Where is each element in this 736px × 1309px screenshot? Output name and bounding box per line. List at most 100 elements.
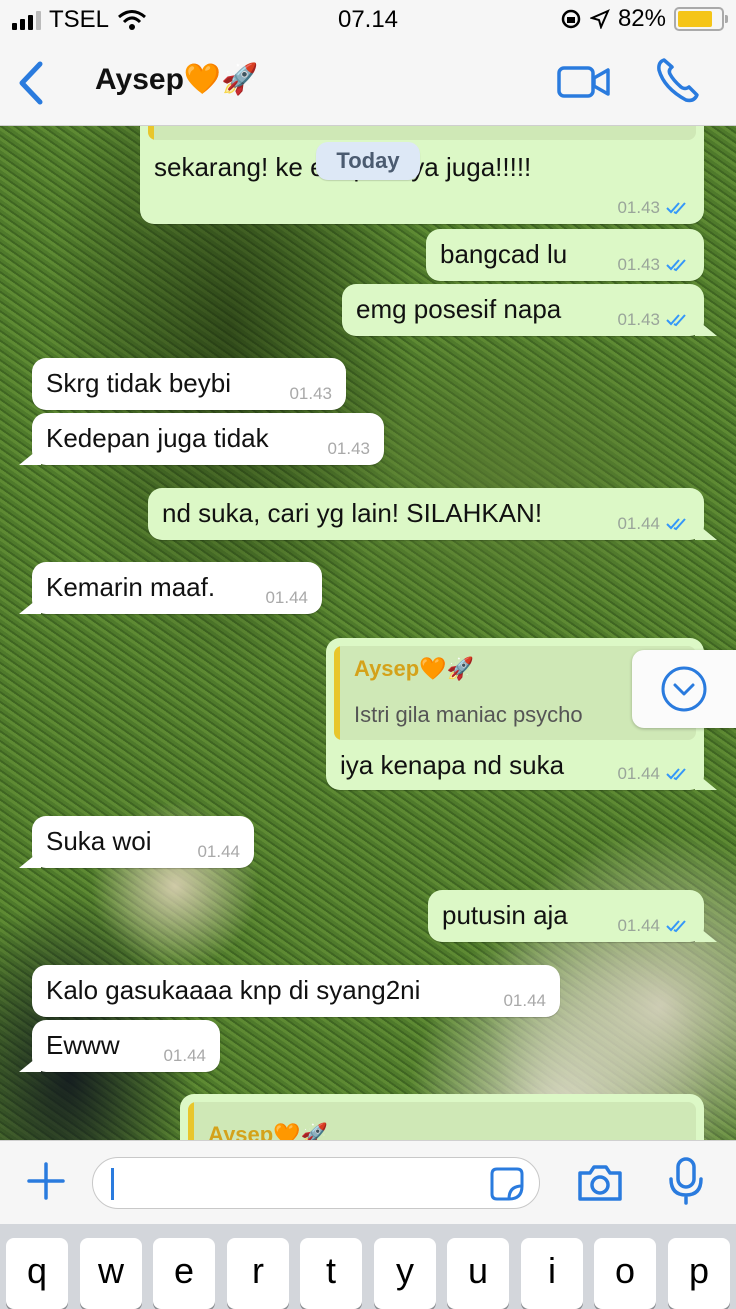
message-text: emg posesif napa (356, 294, 562, 324)
message-time: 01.44 (617, 514, 660, 533)
message-bubble[interactable]: Suka woi 01.44 (19, 816, 254, 868)
bubble-tail (695, 924, 717, 942)
double-check-icon (666, 259, 686, 272)
key-p[interactable]: p (668, 1238, 730, 1309)
message-meta: 01.44 (617, 916, 690, 936)
key-t[interactable]: t (300, 1238, 362, 1309)
message-time: 01.43 (617, 198, 660, 217)
quote-author: Aysep🧡🚀 (354, 656, 475, 681)
message-bubble[interactable]: emg posesif napa 01.43 (342, 284, 717, 336)
message-meta: 01.43 (617, 198, 690, 218)
contact-name[interactable]: Aysep🧡🚀 (95, 62, 259, 97)
battery-percent: 82% (617, 5, 666, 32)
message-bubble[interactable]: Kalo gasukaaaa knp di syang2ni 01.44 (32, 965, 560, 1017)
battery-fill (678, 11, 713, 27)
message-time: 01.44 (197, 842, 240, 861)
quoted-message[interactable]: Aysep🧡🚀 (188, 1102, 696, 1140)
chevron-left-icon[interactable] (12, 58, 52, 108)
message-meta: 01.44 (617, 514, 690, 534)
sticker-icon[interactable] (489, 1166, 525, 1202)
message-input[interactable] (92, 1157, 540, 1209)
key-i[interactable]: i (521, 1238, 583, 1309)
message-input-bar (0, 1140, 736, 1224)
message-meta: 01.43 (617, 255, 690, 275)
key-w[interactable]: w (80, 1238, 142, 1309)
message-bubble[interactable]: putusin aja 01.44 (428, 890, 717, 942)
message-meta: 01.43 (289, 384, 332, 404)
message-bubble[interactable]: Aysep🧡🚀 (180, 1094, 704, 1140)
message-text: Skrg tidak beybi (46, 368, 231, 398)
bubble-tail (19, 1054, 41, 1072)
message-meta: 01.43 (327, 439, 370, 459)
key-o[interactable]: o (594, 1238, 656, 1309)
double-check-icon (666, 314, 686, 327)
quote-text: Istri gila maniac psycho (354, 702, 583, 727)
microphone-icon[interactable] (668, 1157, 704, 1205)
bubble-tail (695, 522, 717, 540)
status-bar: TSEL 07.14 82% (0, 0, 736, 40)
message-bubble[interactable]: bangcad lu 01.43 (426, 229, 704, 281)
message-time: 01.44 (163, 1046, 206, 1065)
chat-header: Aysep🧡🚀 (0, 40, 736, 126)
quote-bar (334, 646, 340, 740)
key-e[interactable]: e (153, 1238, 215, 1309)
quoted-message[interactable] (148, 126, 696, 140)
scroll-to-bottom-button[interactable] (632, 650, 736, 728)
chat-area[interactable]: sekarang! ke edepannya juga!!!!! 01.43 T… (0, 126, 736, 1140)
keyboard: q w e r t y u i o p (0, 1224, 736, 1309)
message-bubble[interactable]: Kemarin maaf. 01.44 (19, 562, 322, 614)
message-bubble[interactable]: Skrg tidak beybi 01.43 (32, 358, 346, 410)
battery-icon (674, 7, 728, 31)
message-text: Kalo gasukaaaa knp di syang2ni (46, 975, 421, 1005)
quote-bar (188, 1102, 194, 1140)
message-text: nd suka, cari yg lain! SILAHKAN! (162, 498, 543, 528)
double-check-icon (666, 768, 686, 781)
message-meta: 01.44 (503, 991, 546, 1011)
message-bubble[interactable]: nd suka, cari yg lain! SILAHKAN! 01.44 (148, 488, 717, 540)
message-text: Ewww (46, 1030, 120, 1060)
text-caret (111, 1168, 114, 1200)
key-q[interactable]: q (6, 1238, 68, 1309)
message-time: 01.43 (617, 255, 660, 274)
message-text: iya kenapa nd suka (340, 750, 565, 780)
message-time: 01.44 (617, 916, 660, 935)
message-text: Kemarin maaf. (46, 572, 216, 602)
message-text: Suka woi (46, 826, 152, 856)
bubble-tail (19, 850, 41, 868)
camera-icon[interactable] (576, 1163, 624, 1203)
message-time: 01.43 (617, 310, 660, 329)
rotation-lock-icon (561, 9, 581, 29)
date-badge: Today (316, 142, 420, 180)
double-check-icon (666, 518, 686, 531)
message-meta: 01.44 (617, 764, 690, 784)
message-meta: 01.44 (265, 588, 308, 608)
double-check-icon (666, 920, 686, 933)
key-u[interactable]: u (447, 1238, 509, 1309)
message-time: 01.44 (617, 764, 660, 783)
bubble-tail (695, 772, 717, 790)
status-right: 82% (560, 5, 728, 33)
key-r[interactable]: r (227, 1238, 289, 1309)
bubble-tail (19, 447, 41, 465)
key-y[interactable]: y (374, 1238, 436, 1309)
message-bubble[interactable]: sekarang! ke edepannya juga!!!!! 01.43 (140, 126, 704, 224)
video-camera-icon[interactable] (556, 62, 612, 102)
phone-icon[interactable] (652, 54, 704, 106)
quote-author: Aysep🧡🚀 (208, 1122, 329, 1140)
message-bubble[interactable]: Kedepan juga tidak 01.43 (19, 413, 384, 465)
message-meta: 01.43 (617, 310, 690, 330)
message-text: putusin aja (442, 900, 568, 930)
plus-icon[interactable] (26, 1161, 66, 1201)
message-bubble[interactable]: Ewww 01.44 (19, 1020, 220, 1072)
message-text: Kedepan juga tidak (46, 423, 269, 453)
double-check-icon (666, 202, 686, 215)
message-meta: 01.44 (197, 842, 240, 862)
location-icon (589, 9, 610, 29)
bubble-tail (695, 318, 717, 336)
message-meta: 01.44 (163, 1046, 206, 1066)
message-time: 01.43 (289, 384, 332, 403)
message-text: bangcad lu (440, 239, 568, 269)
chevron-down-circle-icon (661, 666, 707, 712)
message-time: 01.44 (265, 588, 308, 607)
message-time: 01.43 (327, 439, 370, 458)
